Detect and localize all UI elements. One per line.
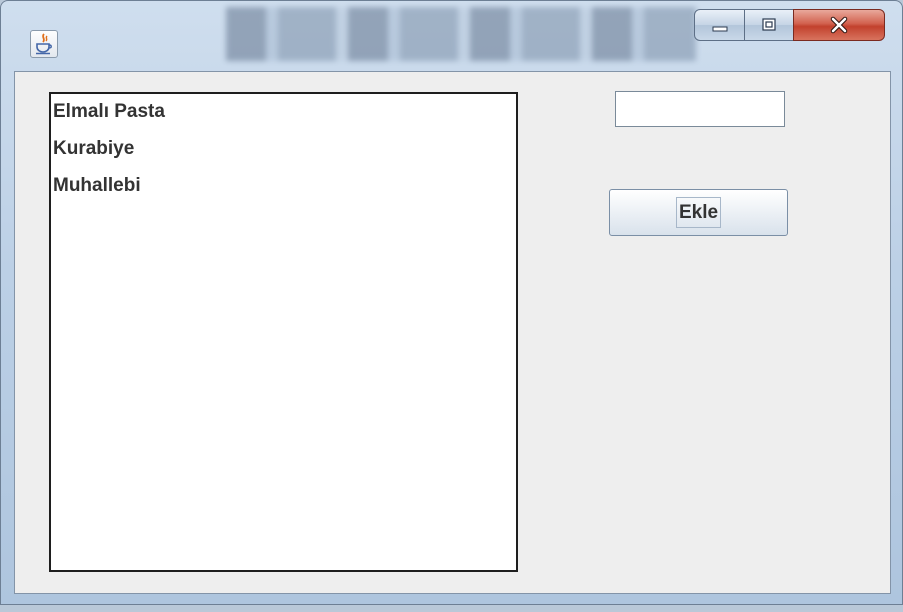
close-icon	[830, 16, 848, 34]
content-pane: Elmalı Pasta Kurabiye Muhallebi Ekle	[14, 71, 891, 594]
app-window: Elmalı Pasta Kurabiye Muhallebi Ekle	[0, 0, 903, 605]
add-button-label: Ekle	[675, 196, 722, 228]
maximize-button[interactable]	[744, 9, 794, 41]
maximize-icon	[762, 18, 776, 31]
java-cup-icon	[36, 33, 52, 55]
java-app-icon[interactable]	[30, 30, 58, 58]
items-list[interactable]: Elmalı Pasta Kurabiye Muhallebi	[49, 92, 518, 572]
minimize-icon	[712, 26, 727, 32]
minimize-button[interactable]	[694, 9, 745, 41]
close-button[interactable]	[793, 9, 885, 41]
list-item[interactable]: Kurabiye	[53, 137, 516, 174]
add-button[interactable]: Ekle	[609, 189, 788, 236]
titlebar-background-blur	[226, 7, 696, 61]
list-item[interactable]: Elmalı Pasta	[53, 100, 516, 137]
list-item[interactable]: Muhallebi	[53, 174, 516, 211]
item-text-field[interactable]	[615, 91, 785, 127]
